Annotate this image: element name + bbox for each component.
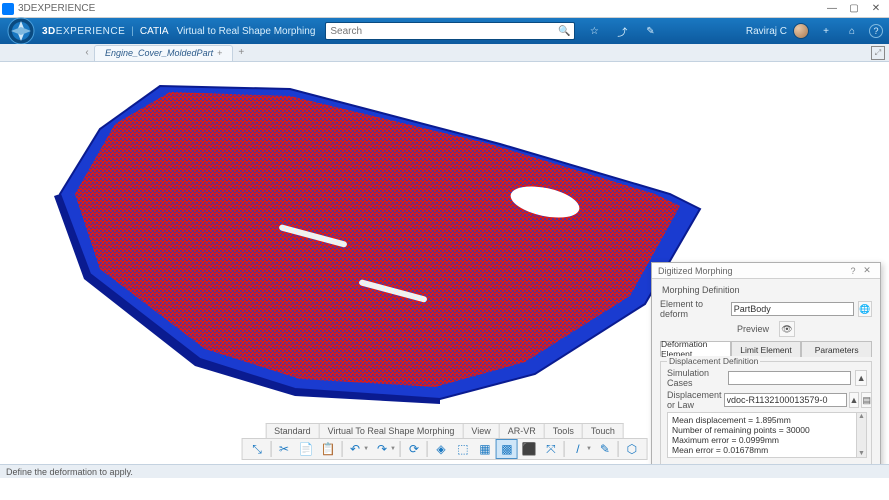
label-sim-cases: Simulation Cases (667, 368, 724, 388)
status-text: Define the deformation to apply. (6, 467, 133, 477)
stat-max-error: Maximum error = 0.0999mm (672, 435, 862, 445)
dialog-titlebar[interactable]: Digitized Morphing ? ✕ (652, 263, 880, 279)
stats-box: Mean displacement = 1.895mm Number of re… (667, 412, 867, 458)
help-icon[interactable]: ? (869, 24, 883, 38)
tab-parameters[interactable]: Parameters (801, 341, 872, 357)
home-icon[interactable]: ⌂ (843, 22, 861, 40)
document-tab-row: ‹ Engine_Cover_MoldedPart + + ⤢ (0, 44, 889, 62)
pick-element-icon[interactable]: 🌐 (858, 301, 872, 317)
tab-limit-element[interactable]: Limit Element (731, 341, 802, 357)
dialog-close-icon[interactable]: ✕ (860, 265, 874, 276)
model-render (40, 74, 710, 424)
group-displacement-definition: Simulation Cases ▲ Displacement or Law ▲… (660, 361, 872, 464)
main-toolbar: ⤡ ✂ 📄 📋 ↶▼ ↷▼ ⟳ ◈ ⬚ ▦ ▩ ⬛ ⤧ /▼ ✎ ⬡ (241, 438, 648, 460)
add-icon[interactable]: + (817, 22, 835, 40)
brand-text: 3DEXPERIENCE (42, 26, 125, 37)
compass-icon[interactable] (6, 16, 36, 46)
bt-vtrsm[interactable]: Virtual To Real Shape Morphing (320, 424, 464, 438)
bt-view[interactable]: View (463, 424, 499, 438)
disp-law-btn1-icon[interactable]: ▲ (849, 392, 860, 408)
copy-icon[interactable]: 📄 (295, 439, 317, 459)
refresh-icon[interactable]: ⟳ (403, 439, 425, 459)
section-morphing: Morphing Definition (662, 285, 872, 295)
app-logo-icon (2, 3, 14, 15)
dialog-help-icon[interactable]: ? (846, 266, 860, 276)
window-title: 3DEXPERIENCE (18, 3, 95, 14)
tab-prev[interactable]: ‹ (80, 47, 94, 58)
dialog-tabstrip: Deformation Element Limit Element Parame… (660, 341, 872, 357)
bt-standard[interactable]: Standard (266, 424, 320, 438)
paste-icon[interactable]: 📋 (317, 439, 339, 459)
cut-icon[interactable]: ✂ (273, 439, 295, 459)
minimize-button[interactable]: — (821, 1, 843, 17)
wire-icon[interactable]: ⬡ (621, 439, 643, 459)
element-to-deform-input[interactable] (731, 302, 854, 316)
preview-icon[interactable]: 👁 (779, 321, 795, 337)
label-element-deform: Element to deform (660, 299, 727, 319)
bottom-tab-strip: Standard Virtual To Real Shape Morphing … (265, 423, 624, 438)
os-titlebar: 3DEXPERIENCE — ▢ ✕ (0, 0, 889, 18)
user-menu[interactable]: Raviraj C (746, 23, 809, 39)
label-preview: Preview (737, 324, 769, 334)
axis-icon[interactable]: ⤧ (540, 439, 562, 459)
app-suite: CATIA (140, 26, 169, 37)
disp-law-btn2-icon[interactable]: ▤ (861, 392, 872, 408)
tab-label: Engine_Cover_MoldedPart (105, 48, 213, 58)
share-icon[interactable]: ✎ (641, 22, 659, 40)
app-topbar: 3DEXPERIENCE | CATIA Virtual to Real Sha… (0, 18, 889, 44)
tool-3-icon[interactable]: ▦ (474, 439, 496, 459)
3d-viewport[interactable]: Standard Virtual To Real Shape Morphing … (0, 62, 889, 464)
tab-engine-cover[interactable]: Engine_Cover_MoldedPart + (94, 45, 233, 61)
sim-cases-pick-icon[interactable]: ▲ (855, 370, 867, 386)
bt-arvr[interactable]: AR-VR (500, 424, 545, 438)
status-bar: Define the deformation to apply. (0, 464, 889, 478)
sketch-icon[interactable]: ✎ (594, 439, 616, 459)
fullscreen-icon[interactable]: ⤢ (871, 46, 885, 60)
tool-2-icon[interactable]: ⬚ (452, 439, 474, 459)
tool-4-icon[interactable]: ▩ (496, 439, 518, 459)
search-box[interactable]: 🔍 (325, 22, 575, 40)
close-button[interactable]: ✕ (865, 1, 887, 17)
search-input[interactable] (330, 26, 558, 37)
maximize-button[interactable]: ▢ (843, 1, 865, 17)
bt-touch[interactable]: Touch (583, 424, 623, 438)
stat-mean-disp: Mean displacement = 1.895mm (672, 415, 862, 425)
stat-remaining-pts: Number of remaining points = 30000 (672, 425, 862, 435)
cursor-icon[interactable]: ⤡ (246, 439, 268, 459)
label-disp-law: Displacement or Law (667, 390, 722, 410)
user-name: Raviraj C (746, 26, 787, 37)
stat-mean-error: Mean error = 0.01678mm (672, 445, 862, 455)
tool-5-icon[interactable]: ⬛ (518, 439, 540, 459)
digitized-morphing-dialog: Digitized Morphing ? ✕ Morphing Definiti… (651, 262, 881, 464)
sim-cases-input[interactable] (728, 371, 851, 385)
tab-deformation-element[interactable]: Deformation Element (660, 341, 731, 357)
more-icon[interactable]: ⤴ (613, 22, 631, 40)
dialog-title: Digitized Morphing (658, 266, 733, 276)
app-name: Virtual to Real Shape Morphing (177, 26, 316, 37)
disp-law-input[interactable] (724, 393, 847, 407)
tab-add[interactable]: + (233, 47, 249, 58)
avatar (793, 23, 809, 39)
bt-tools[interactable]: Tools (545, 424, 583, 438)
stats-scrollbar[interactable] (856, 413, 866, 457)
search-icon[interactable]: 🔍 (558, 26, 570, 37)
favorites-icon[interactable]: ☆ (585, 22, 603, 40)
tool-1-icon[interactable]: ◈ (430, 439, 452, 459)
